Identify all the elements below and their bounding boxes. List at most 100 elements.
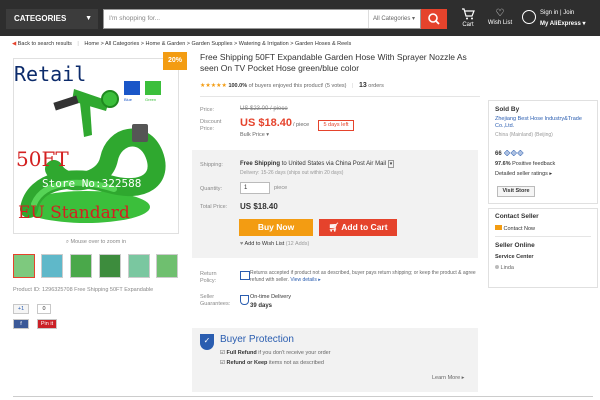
overlay-store-text: Store No:322588 [42,177,142,190]
protection-item1-text: if you don't receive your order [258,350,331,356]
rating-stars: ★★★★★ [200,83,227,89]
delivery-time: Delivery: 15-26 days (ships out within 2… [240,170,344,176]
categories-label: CATEGORIES [14,14,67,23]
zoom-hint: ⌕ Mouse over to zoom in [13,239,179,246]
shipping-label: Shipping: [200,162,223,168]
quantity-unit: piece [274,185,288,191]
search-bar[interactable]: I'm shopping for... All Categories ▾ [103,9,421,29]
per-piece-label: / piece [293,122,310,128]
total-price: US $18.40 [240,202,278,211]
thumbnail-4[interactable] [99,254,121,278]
heart-icon: ♡ [495,8,505,19]
buy-now-button[interactable]: Buy Now [239,219,313,236]
shipping-info[interactable]: Free Shipping to United States via China… [240,160,395,168]
protection-item2-bold: Refund or Keep [226,360,268,366]
feedback-label: Positive feedback [512,161,556,167]
contact-now-label: Contact Now [503,226,536,232]
checkbox-icon: ☑ [220,360,225,366]
bottom-tab-strip [13,396,593,400]
buyer-protection-title: Buyer Protection [220,334,294,345]
discount-badge: 20% [163,52,187,70]
product-id: Product ID: 1296325708 Free Shipping 50F… [13,287,154,293]
back-to-results-link[interactable]: Back to search results [18,41,72,47]
discount-price: US $18.40 [240,117,292,129]
contact-now-button[interactable]: Contact Now [495,225,535,232]
feedback-percent: 97.6% [495,161,511,167]
heart-icon: ♥ [240,241,244,247]
search-icon [428,13,440,25]
cart-label: Cart [462,22,474,28]
pinterest-button[interactable]: Pin it [37,319,57,329]
checkbox-icon: ☑ [220,350,225,356]
categories-menu[interactable]: CATEGORIES ▼ [6,9,98,29]
add-to-cart-button[interactable]: 🛒︎ Add to Cart [319,219,397,236]
rating-row: ★★★★★ 100.0% of buyers enjoyed this prod… [200,82,384,89]
protection-item1-bold: Full Refund [226,350,257,356]
green-swatch [145,81,161,95]
seller-score: 66 🔷︎🔷︎🔷︎ [495,150,524,157]
breadcrumb-path[interactable]: Home > All Categories > Home & Garden > … [84,41,351,47]
overlay-retail-text: Retail [14,62,87,86]
myaliexpress-link[interactable]: My AliExpress ▾ [540,20,585,27]
bulk-price-link[interactable]: Bulk Price ▾ [240,132,269,138]
seller-medal-icon: 🔷︎🔷︎🔷︎ [503,151,524,157]
shipping-dropdown-icon: ▾ [387,160,395,168]
search-category-select[interactable]: All Categories ▾ [368,10,420,28]
search-input[interactable]: I'm shopping for... [109,10,160,28]
seller-name-link[interactable]: Zhejiang Best Hose Industry&Trade Co.,Lt… [495,116,595,130]
cart-plus-icon: 🛒︎ [328,222,340,232]
user-icon [522,10,536,24]
learn-more-link[interactable]: Learn More ▸ [432,375,464,381]
return-details-link[interactable]: View details ▸ [290,277,321,283]
thumbnail-2[interactable] [41,254,63,278]
wishlist-label: Wish List [487,20,513,26]
rating-percent: 100.0% [228,83,248,89]
free-shipping-text: Free Shipping [240,161,281,167]
back-arrow-icon: ◀ [12,41,17,47]
wishlist-adds: (12 Adds) [285,241,310,247]
total-price-label: Total Price: [200,204,228,210]
magnifier-icon: ⌕ [65,239,69,245]
price-label: Price: [200,107,215,113]
signin-link[interactable]: Sign in | Join [540,10,574,16]
thumbnail-3[interactable] [70,254,92,278]
main-product-image[interactable]: Retail Blue Green 50FT Store No:322588 E… [13,58,179,234]
search-button[interactable] [421,9,447,29]
divider [495,236,591,237]
orders-label: orders [368,83,384,89]
like-button[interactable]: +1 [13,304,29,314]
return-policy: Returns accepted if product not as descr… [250,270,478,284]
cart-link[interactable]: Cart [458,8,478,28]
quantity-label: Quantity: [200,186,223,192]
guarantee-text: On-time Delivery [250,294,291,300]
detailed-ratings-link[interactable]: Detailed seller ratings ▸ [495,171,552,177]
overlay-50ft-text: 50FT [16,147,69,171]
seller-score-value: 66 [495,151,502,157]
add-wishlist-label: Add to Wish List [244,241,285,247]
orders-count: 13 [358,82,367,89]
quantity-input[interactable]: 1 [240,182,270,194]
thumbnail-5[interactable] [128,254,150,278]
protection-item-refund: ☑ Full Refund if you don't receive your … [220,350,331,356]
message-icon [495,225,502,230]
cart-icon [462,8,475,20]
rating-text: of buyers enjoyed this product! (5 votes… [248,83,347,89]
wishlist-link[interactable]: ♡ Wish List [485,8,515,26]
seller-location: China (Mainland) (Beijing) [495,132,553,138]
sold-by-label: Sold By [495,106,520,113]
visit-store-button[interactable]: Visit Store [497,186,535,197]
facebook-share-button[interactable]: f [13,319,29,329]
thumbnail-6[interactable] [156,254,178,278]
thumbnail-1[interactable] [13,254,35,278]
divider [200,96,480,97]
overlay-eu-text: EU Standard [18,203,130,223]
seller-online-title: Seller Online [495,242,535,249]
search-category-value: All Categories [373,16,411,22]
breadcrumb: ◀ Back to search results | Home > All Ca… [12,41,352,47]
protection-item2-text: items not as described [268,360,324,366]
service-agent[interactable]: Linda [495,265,514,271]
blue-swatch [124,81,140,95]
guarantee-days: 39 days [250,303,273,309]
product-title: Free Shipping 50FT Expandable Garden Hos… [200,52,467,73]
add-to-wishlist-link[interactable]: ♥ Add to Wish List (12 Adds) [240,241,309,247]
